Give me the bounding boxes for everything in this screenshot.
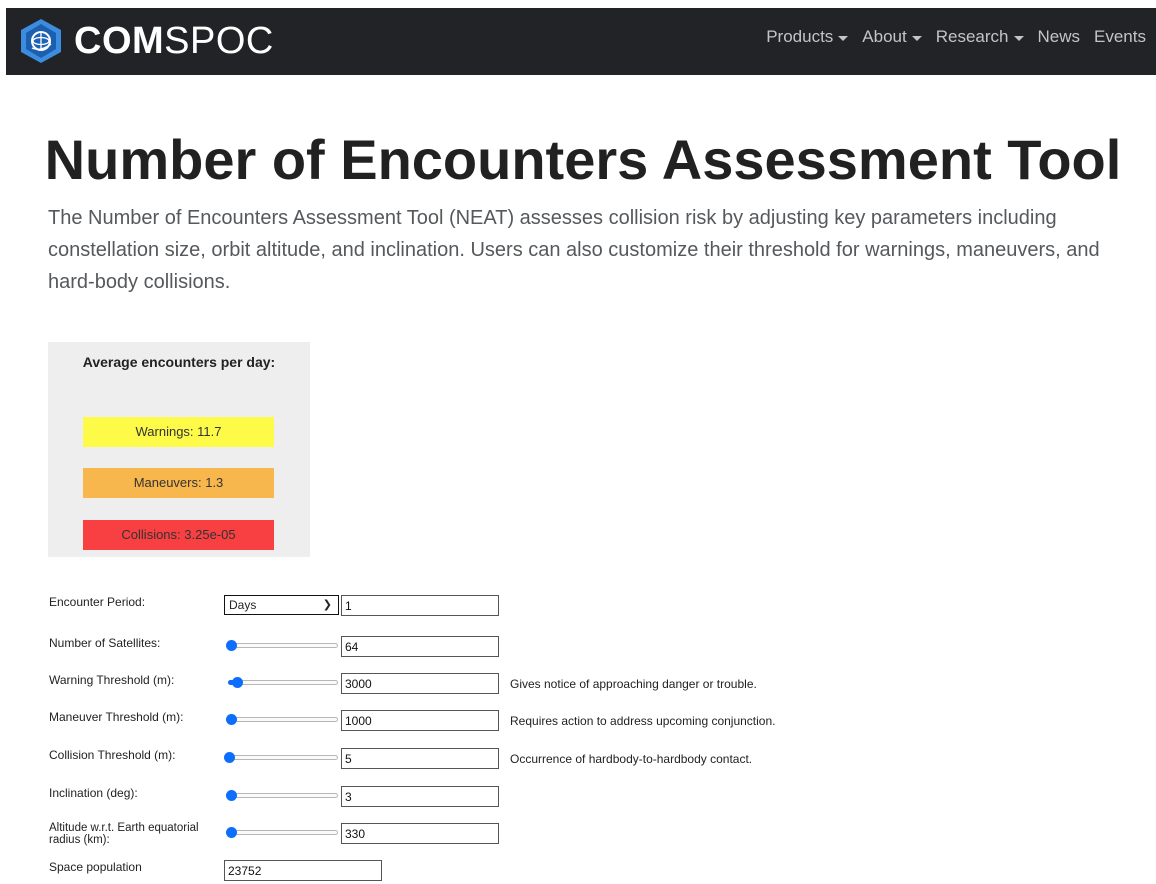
collision-threshold-label: Collision Threshold (m):: [49, 748, 176, 762]
maneuver-threshold-label: Maneuver Threshold (m):: [49, 710, 184, 724]
brand-bold: COM: [74, 20, 165, 62]
num-satellites-input[interactable]: [341, 636, 499, 657]
warning-threshold-row: Warning Threshold (m): Gives notice of a…: [0, 673, 1156, 697]
collision-threshold-hint: Occurrence of hardbody-to-hardbody conta…: [510, 752, 753, 766]
slider-track: [228, 680, 338, 685]
navbar: COMSPOC Products About Research News Eve…: [6, 8, 1156, 75]
encounter-period-input[interactable]: [341, 595, 499, 616]
altitude-label: Altitude w.r.t. Earth equatorial radius …: [49, 822, 199, 846]
nav-item-events[interactable]: Events: [1094, 25, 1146, 49]
slider-track: [228, 830, 338, 835]
comspoc-logo-icon[interactable]: [18, 18, 64, 64]
brand-light: SPOC: [164, 20, 274, 62]
slider-track: [228, 793, 338, 798]
nav-item-news[interactable]: News: [1038, 25, 1081, 49]
encounter-period-select[interactable]: Days ❯: [224, 595, 339, 615]
slider-track: [228, 643, 338, 648]
collisions-badge: Collisions: 3.25e-05: [83, 520, 274, 550]
slider-thumb[interactable]: [232, 677, 243, 688]
nav-item-about[interactable]: About: [862, 25, 922, 49]
slider-thumb[interactable]: [226, 827, 237, 838]
chevron-down-icon: ❯: [322, 599, 332, 611]
nav-item-products[interactable]: Products: [766, 25, 849, 49]
collision-threshold-input[interactable]: [341, 748, 499, 769]
slider-thumb[interactable]: [226, 790, 237, 801]
num-satellites-row: Number of Satellites:: [0, 636, 1156, 660]
results-panel: Average encounters per day: Warnings: 11…: [48, 342, 310, 557]
slider-track: [228, 717, 338, 722]
slider-thumb[interactable]: [226, 640, 237, 651]
nav-item-label: Research: [935, 27, 1009, 46]
warning-threshold-slider[interactable]: [224, 677, 338, 689]
nav-item-label: Products: [766, 27, 834, 46]
num-satellites-slider[interactable]: [224, 640, 338, 652]
maneuver-threshold-slider[interactable]: [224, 714, 338, 726]
altitude-row: Altitude w.r.t. Earth equatorial radius …: [0, 822, 1156, 847]
space-population-label: Space population: [49, 860, 142, 874]
caret-down-icon: [911, 35, 922, 41]
brand-name[interactable]: COMSPOC: [74, 21, 274, 61]
inclination-slider[interactable]: [224, 790, 338, 802]
inclination-label: Inclination (deg):: [49, 786, 138, 800]
encounter-period-unit: Days: [229, 598, 257, 612]
encounter-period-label: Encounter Period:: [49, 595, 146, 609]
nav-menu: Products About Research News Events: [766, 25, 1146, 49]
space-population-row: Space population: [0, 860, 1156, 884]
slider-thumb[interactable]: [226, 714, 237, 725]
results-heading: Average encounters per day:: [82, 354, 276, 370]
nav-item-label: Events: [1094, 27, 1146, 46]
inclination-row: Inclination (deg):: [0, 786, 1156, 810]
slider-track: [228, 755, 338, 760]
space-population-input[interactable]: [224, 860, 382, 881]
maneuvers-badge: Maneuvers: 1.3: [83, 468, 274, 498]
maneuver-threshold-input[interactable]: [341, 710, 499, 731]
maneuver-threshold-row: Maneuver Threshold (m): Requires action …: [0, 710, 1156, 734]
nav-item-label: About: [862, 27, 907, 46]
maneuver-threshold-hint: Requires action to address upcoming conj…: [510, 714, 776, 728]
collision-threshold-slider[interactable]: [224, 752, 338, 764]
caret-down-icon: [838, 35, 849, 41]
altitude-input[interactable]: [341, 823, 499, 844]
caret-down-icon: [1013, 35, 1024, 41]
collision-threshold-row: Collision Threshold (m): Occurrence of h…: [0, 748, 1156, 772]
page-intro: The Number of Encounters Assessment Tool…: [48, 207, 1100, 293]
num-satellites-label: Number of Satellites:: [49, 636, 161, 650]
nav-item-research[interactable]: Research: [936, 25, 1024, 49]
nav-item-label: News: [1037, 27, 1081, 46]
inclination-input[interactable]: [341, 786, 499, 807]
warnings-badge: Warnings: 11.7: [83, 417, 274, 447]
warning-threshold-hint: Gives notice of approaching danger or tr…: [510, 677, 757, 691]
warning-threshold-label: Warning Threshold (m):: [49, 673, 175, 687]
warning-threshold-input[interactable]: [341, 673, 499, 694]
encounter-period-row: Encounter Period: Days ❯: [0, 595, 1156, 619]
page-title: Number of Encounters Assessment Tool: [44, 128, 1122, 191]
slider-thumb[interactable]: [224, 752, 235, 763]
altitude-slider[interactable]: [224, 827, 338, 839]
